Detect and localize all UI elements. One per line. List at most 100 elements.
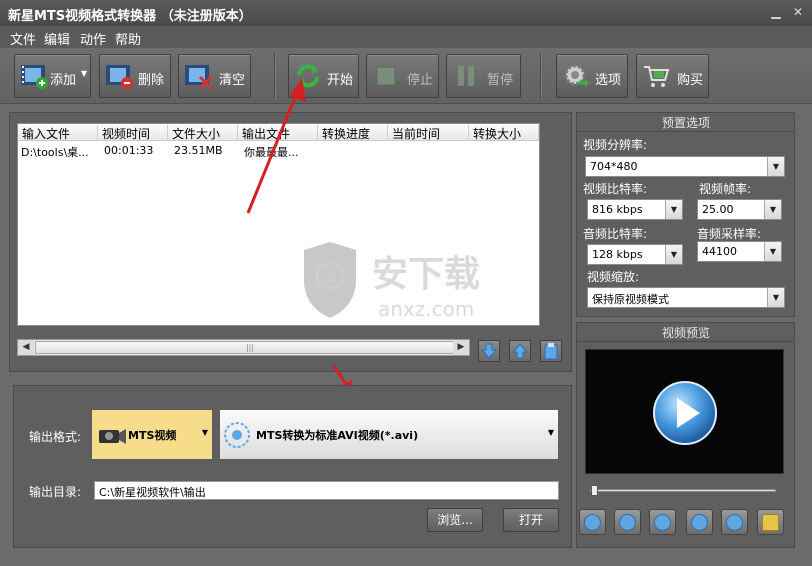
toolbar: 添加 ▼ 删除 清空 开始 停止 暂停 选项 购买 (0, 48, 812, 104)
start-label: 开始 (327, 73, 354, 88)
output-dir-label: 输出目录: (29, 485, 82, 499)
stop-label: 停止 (407, 73, 434, 88)
video-preview[interactable] (585, 349, 784, 474)
open-folder-button[interactable] (757, 509, 784, 535)
dropdown-arrow-icon: ▼ (547, 428, 554, 437)
svg-text:安: 安 (323, 270, 337, 286)
watermark-url: anxz.com (378, 297, 474, 320)
video-bitrate-select[interactable]: 816 kbps ▼ (587, 199, 683, 220)
close-icon[interactable]: ✕ (790, 4, 806, 20)
framerate-value: 25.00 (702, 203, 734, 216)
window-title: 新星MTS视频格式转换器 （未注册版本） (8, 9, 252, 24)
column-header[interactable]: 文件大小 (168, 125, 238, 141)
dropdown-arrow-icon: ▼ (665, 200, 682, 219)
stop-small-icon (654, 514, 671, 531)
dropdown-arrow-icon: ▼ (201, 428, 208, 437)
column-header[interactable]: 转换进度 (318, 125, 388, 141)
framerate-select[interactable]: 25.00 ▼ (697, 199, 782, 220)
format-select[interactable]: MTS转换为标准AVI视频(*.avi) ▼ (219, 409, 559, 460)
scroll-right-icon[interactable]: ▶ (453, 340, 469, 355)
toolbar-separator (540, 52, 542, 100)
speaker-icon (691, 514, 708, 531)
clear-film-icon (185, 65, 213, 90)
move-down-button[interactable] (478, 340, 500, 362)
framerate-label: 视频帧率: (699, 182, 752, 196)
add-button[interactable]: 添加 ▼ (14, 54, 91, 98)
title-bar: 新星MTS视频格式转换器 （未注册版本） ▁ ✕ (0, 0, 812, 26)
column-header[interactable]: 输入文件 (18, 125, 98, 141)
cell-size: 23.51MB (174, 144, 223, 157)
preset-title: 预置选项 (577, 114, 795, 132)
pause-button[interactable]: 暂停 (446, 54, 521, 98)
menu-help[interactable]: 帮助 (115, 29, 141, 48)
pause-icon (458, 66, 474, 86)
stop-button[interactable]: 停止 (366, 54, 439, 98)
paste-button[interactable] (540, 340, 562, 362)
horizontal-scrollbar[interactable]: ◀ ||| ▶ (17, 339, 470, 356)
buy-button[interactable]: 购买 (636, 54, 709, 98)
dropdown-arrow-icon: ▼ (764, 200, 781, 219)
buy-label: 购买 (677, 73, 704, 88)
column-header[interactable]: 转换大小 (469, 125, 539, 141)
audio-bitrate-select[interactable]: 128 kbps ▼ (587, 244, 683, 265)
volume-button[interactable] (686, 509, 713, 535)
samplerate-select[interactable]: 44100 ▼ (697, 241, 782, 262)
minimize-icon[interactable]: ▁ (768, 4, 784, 20)
seek-handle[interactable] (591, 485, 598, 496)
audio-bitrate-label: 音频比特率: (583, 227, 648, 241)
pause-label: 暂停 (487, 73, 514, 88)
play-icon[interactable] (652, 380, 718, 446)
add-dropdown-icon[interactable]: ▼ (81, 69, 87, 78)
scale-label: 视频缩放: (587, 270, 640, 284)
cart-icon (644, 66, 670, 87)
stop-icon (376, 66, 396, 86)
arrow-down-icon (480, 343, 498, 359)
menu-action[interactable]: 动作 (80, 29, 106, 48)
dropdown-arrow-icon: ▼ (764, 242, 781, 261)
scale-select[interactable]: 保持原视频模式 ▼ (587, 287, 785, 308)
delete-button[interactable]: 删除 (99, 54, 171, 98)
resolution-label: 视频分辨率: (583, 138, 648, 152)
menu-file[interactable]: 文件 (10, 29, 36, 48)
pause-preview-button[interactable] (614, 509, 641, 535)
clipboard-icon (544, 343, 558, 360)
menu-edit[interactable]: 编辑 (44, 29, 70, 48)
dropdown-arrow-icon: ▼ (767, 157, 784, 176)
format-value: MTS转换为标准AVI视频(*.avi) (256, 429, 419, 442)
output-format-label: 输出格式: (29, 430, 82, 444)
annotation-arrow-icon (246, 78, 306, 214)
watermark-brand: 安下载 (372, 254, 480, 295)
arrow-up-icon (511, 343, 529, 359)
scroll-thumb[interactable]: ||| (35, 341, 465, 354)
scroll-left-icon[interactable]: ◀ (18, 340, 34, 355)
preview-seek-slider[interactable] (590, 485, 776, 496)
samplerate-label: 音频采样率: (697, 227, 762, 241)
stop-preview-button[interactable] (649, 509, 676, 535)
samplerate-value: 44100 (702, 245, 737, 258)
output-dir-input[interactable]: C:\新星视频软件\输出 (94, 481, 559, 500)
column-header[interactable]: 视频时间 (98, 125, 168, 141)
browse-button[interactable]: 浏览... (427, 508, 483, 532)
cell-input-file: D:\tools\桌... (21, 146, 89, 159)
camera-icon (726, 514, 743, 531)
add-film-icon (21, 65, 48, 89)
delete-label: 删除 (138, 73, 165, 88)
audio-bitrate-value: 128 kbps (592, 248, 643, 261)
camcorder-icon (99, 429, 126, 444)
play-button[interactable] (579, 509, 606, 535)
gear-icon (564, 64, 589, 87)
film-reel-icon (224, 422, 250, 448)
play-small-icon (584, 514, 601, 531)
options-button[interactable]: 选项 (556, 54, 628, 98)
menu-bar: 文件 编辑 动作 帮助 (0, 26, 812, 48)
format-category-select[interactable]: MTS视频 ▼ (91, 409, 213, 460)
dropdown-arrow-icon: ▼ (767, 288, 784, 307)
video-bitrate-label: 视频比特率: (583, 182, 648, 196)
column-header[interactable]: 当前时间 (388, 125, 469, 141)
snapshot-button[interactable] (721, 509, 748, 535)
preview-title: 视频预览 (577, 324, 795, 342)
open-button[interactable]: 打开 (503, 508, 559, 532)
move-up-button[interactable] (509, 340, 531, 362)
folder-icon (762, 514, 779, 531)
resolution-select[interactable]: 704*480 ▼ (585, 156, 785, 177)
